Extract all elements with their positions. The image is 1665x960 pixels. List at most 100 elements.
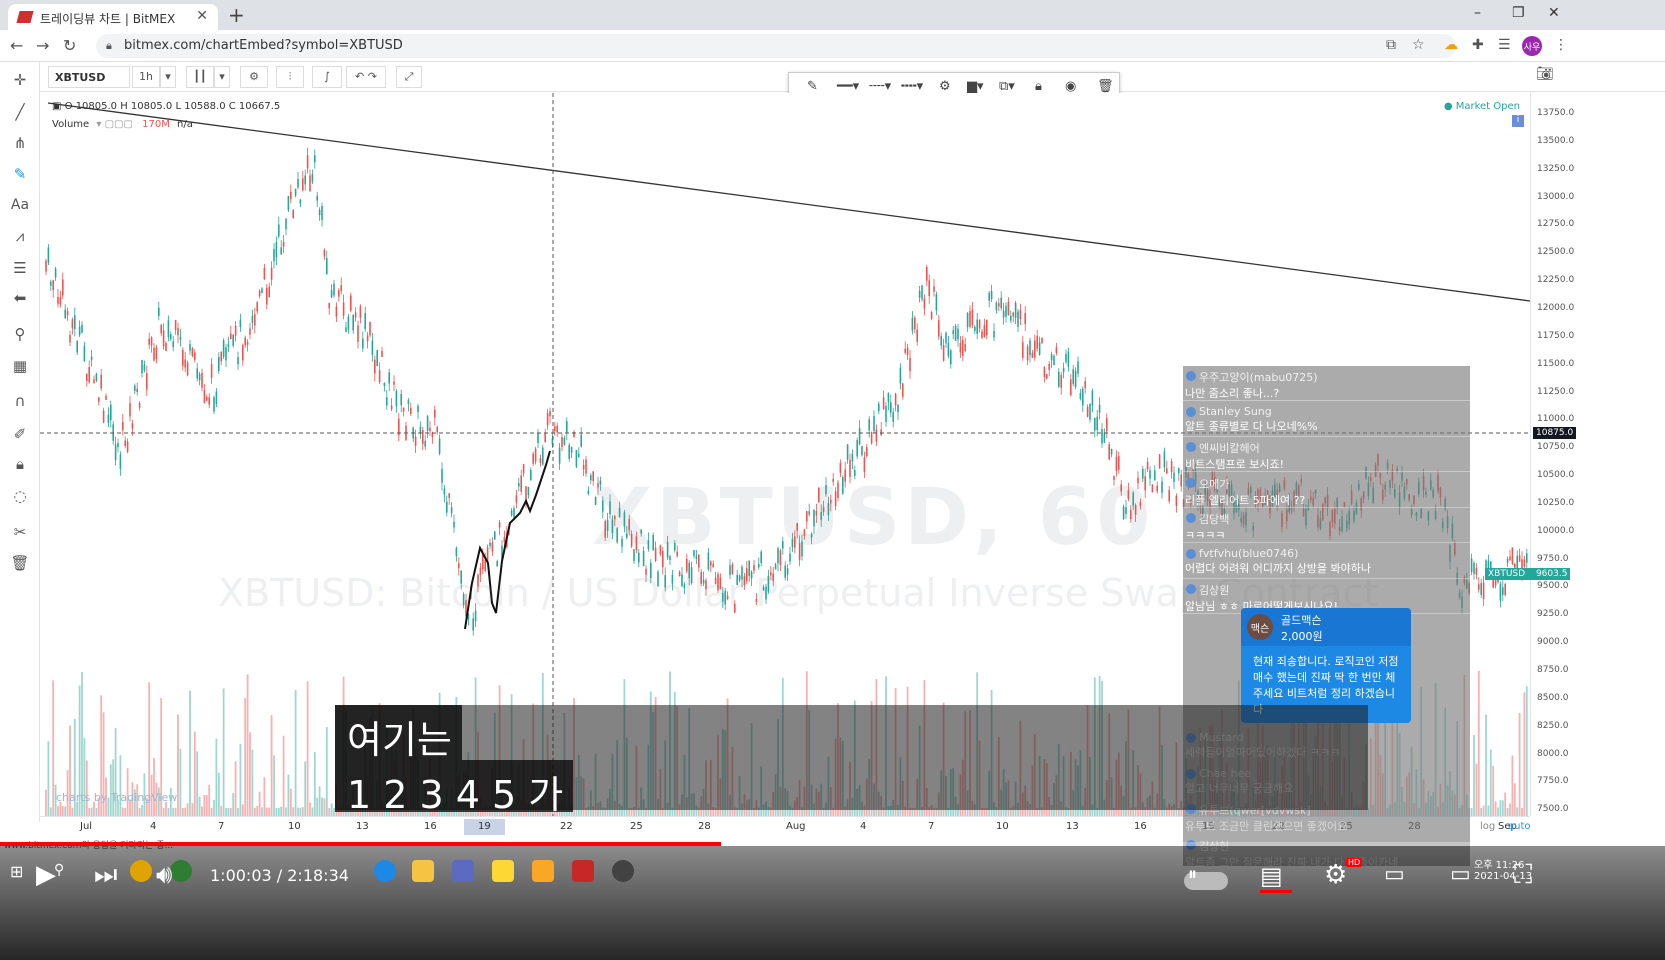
reading-list-icon[interactable]: ☰ bbox=[1498, 37, 1511, 53]
reload-icon[interactable]: ↻ bbox=[63, 36, 76, 55]
line-style-icon[interactable]: ╌╌▾ bbox=[869, 79, 891, 94]
stay-drawing-icon[interactable]: ✐ bbox=[0, 420, 40, 448]
lock-drawings-icon[interactable]: 🔒︎ bbox=[0, 450, 40, 478]
candle-body bbox=[434, 409, 436, 418]
remove-drawings-icon[interactable]: ✂ bbox=[0, 518, 40, 546]
restore-button[interactable]: ❐ bbox=[1512, 5, 1525, 21]
pattern-tool-icon[interactable]: ⩘ bbox=[0, 222, 40, 250]
volume-icon[interactable]: 🔊︎ bbox=[156, 860, 172, 891]
subtitles-icon[interactable]: ▤ bbox=[1260, 862, 1283, 890]
trash-icon[interactable]: 🗑︎ bbox=[0, 549, 40, 577]
settings-gear-icon[interactable]: ⚙ bbox=[240, 66, 268, 88]
log-scale-button[interactable]: log bbox=[1480, 821, 1495, 832]
windows-start-icon[interactable]: ⊞ bbox=[10, 862, 23, 881]
forward-icon[interactable]: → bbox=[36, 36, 49, 55]
legend-collapse-icon[interactable]: ▣ bbox=[52, 101, 65, 112]
candle-body bbox=[498, 522, 501, 528]
clone-icon[interactable]: ⧉▾ bbox=[999, 79, 1015, 94]
line-end-icon[interactable]: ╍╍▾ bbox=[901, 79, 923, 94]
volume-bar bbox=[285, 807, 287, 816]
interval-dropdown-icon[interactable]: ▾ bbox=[160, 66, 176, 88]
kakaotalk-icon[interactable] bbox=[492, 860, 514, 882]
camera-icon[interactable]: 📷︎ bbox=[1536, 66, 1554, 82]
measure-tool-icon[interactable]: ▦ bbox=[0, 352, 40, 380]
tab-bitmex[interactable]: 트레이딩뷰 차트 | BitMEX ✕ bbox=[8, 4, 218, 30]
indicators-icon[interactable]: ⫶ bbox=[276, 66, 304, 88]
symbol-search-field[interactable]: XBTUSD bbox=[48, 66, 130, 88]
candle-body bbox=[258, 290, 261, 297]
tab-close-icon[interactable]: ✕ bbox=[196, 8, 208, 24]
theater-mode-icon[interactable]: ▭ bbox=[1450, 862, 1471, 887]
settings-icon[interactable]: ⚙ bbox=[1324, 860, 1347, 890]
candle-body bbox=[210, 363, 213, 378]
hide-drawings-icon[interactable]: ◌ bbox=[0, 482, 40, 510]
text-tool-icon[interactable]: Aa bbox=[0, 192, 40, 220]
volume-bar bbox=[1513, 783, 1516, 816]
obs-icon[interactable] bbox=[612, 860, 634, 882]
brush-tool-icon[interactable]: ✎ bbox=[0, 160, 40, 188]
delete-drawing-icon[interactable]: 🗑︎ bbox=[1097, 79, 1114, 94]
close-window-button[interactable]: ✕ bbox=[1548, 5, 1560, 21]
browser-menu-icon[interactable]: ⋮ bbox=[1554, 37, 1568, 53]
compare-icon[interactable]: ∫ bbox=[312, 66, 342, 88]
auto-scale-button[interactable]: auto bbox=[1508, 821, 1531, 832]
edge-icon[interactable] bbox=[170, 860, 192, 882]
candle-body bbox=[366, 335, 369, 342]
trend-line-drawing[interactable] bbox=[47, 102, 1530, 302]
undo-redo-icon[interactable]: ↶ ↷ bbox=[346, 66, 386, 88]
app-globe-icon[interactable] bbox=[374, 860, 396, 882]
tradingview-credit[interactable]: charts by TradingView bbox=[56, 791, 177, 804]
volume-bar bbox=[205, 795, 208, 816]
drawing-lock-icon[interactable]: 🔒︎ bbox=[1035, 79, 1042, 94]
line-width-icon[interactable]: ━━▾ bbox=[837, 79, 859, 94]
candle-body bbox=[993, 330, 995, 338]
visual-order-icon[interactable]: ▆▾ bbox=[967, 79, 984, 94]
progress-played[interactable] bbox=[0, 842, 721, 846]
style-dropdown-icon[interactable]: ▾ bbox=[214, 66, 230, 88]
volume-bar bbox=[253, 807, 256, 816]
url-field[interactable]: 🔒︎ bitmex.com/chartEmbed?symbol=XBTUSD bbox=[96, 34, 1456, 58]
candle-body bbox=[1098, 404, 1101, 413]
chrome-icon[interactable] bbox=[130, 860, 152, 882]
candle-body bbox=[1019, 309, 1022, 320]
zoom-tool-icon[interactable]: ⚲ bbox=[0, 320, 40, 348]
candle-body bbox=[995, 302, 998, 311]
chat-text: 나만 줌소리 좋나...? bbox=[1185, 387, 1280, 400]
candle-body bbox=[1072, 369, 1074, 384]
candle-body bbox=[148, 338, 150, 345]
trend-line-tool-icon[interactable]: ╱ bbox=[0, 98, 40, 126]
bitmex-app-icon[interactable] bbox=[572, 860, 594, 882]
open-external-icon[interactable]: ⧉ bbox=[1386, 37, 1396, 53]
drawing-settings-icon[interactable]: ⚙ bbox=[939, 79, 951, 94]
file-explorer-icon[interactable] bbox=[412, 860, 434, 882]
candle-style-icon[interactable]: ┃┃ bbox=[186, 66, 214, 88]
fullscreen-icon[interactable]: ⤢ bbox=[396, 66, 422, 88]
profile-avatar[interactable]: 사우 bbox=[1522, 36, 1542, 56]
arrow-tool-icon[interactable]: ⬅ bbox=[0, 284, 40, 312]
candle-body bbox=[1010, 315, 1012, 321]
new-tab-button[interactable]: + bbox=[228, 3, 245, 27]
cloud-extension-icon[interactable]: ☁ bbox=[1444, 37, 1458, 53]
volume-settings-icons[interactable]: ▾ ▢▢▢ bbox=[96, 119, 133, 130]
crosshair-tool-icon[interactable]: ✛ bbox=[0, 66, 40, 94]
calculator-icon[interactable] bbox=[452, 860, 474, 882]
info-icon[interactable]: i bbox=[1512, 115, 1524, 127]
play-button[interactable]: ▶ bbox=[36, 860, 56, 890]
notes-icon[interactable] bbox=[532, 860, 554, 882]
fib-tool-icon[interactable]: ☰ bbox=[0, 254, 40, 282]
candle-body bbox=[83, 345, 86, 361]
back-icon[interactable]: ← bbox=[10, 36, 23, 55]
interval-button[interactable]: 1h bbox=[132, 66, 160, 88]
miniplayer-icon[interactable]: ▭ bbox=[1384, 862, 1405, 887]
extensions-puzzle-icon[interactable]: ✚ bbox=[1472, 37, 1484, 53]
price-axis[interactable]: 13750.0 13500.0 13250.0 13000.0 12750.0 12500… bbox=[1485, 93, 1665, 816]
volume-bar bbox=[275, 808, 278, 816]
line-color-icon[interactable]: ✎ bbox=[807, 79, 818, 94]
visibility-eye-icon[interactable]: ◉ bbox=[1065, 79, 1076, 94]
bookmark-star-icon[interactable]: ☆ bbox=[1412, 37, 1425, 53]
next-button[interactable]: ⏭ bbox=[94, 860, 117, 891]
candle-body bbox=[198, 373, 201, 381]
minimize-button[interactable]: – bbox=[1474, 5, 1481, 21]
pitchfork-tool-icon[interactable]: ⋔ bbox=[0, 129, 40, 157]
magnet-tool-icon[interactable]: ∩ bbox=[0, 387, 40, 415]
